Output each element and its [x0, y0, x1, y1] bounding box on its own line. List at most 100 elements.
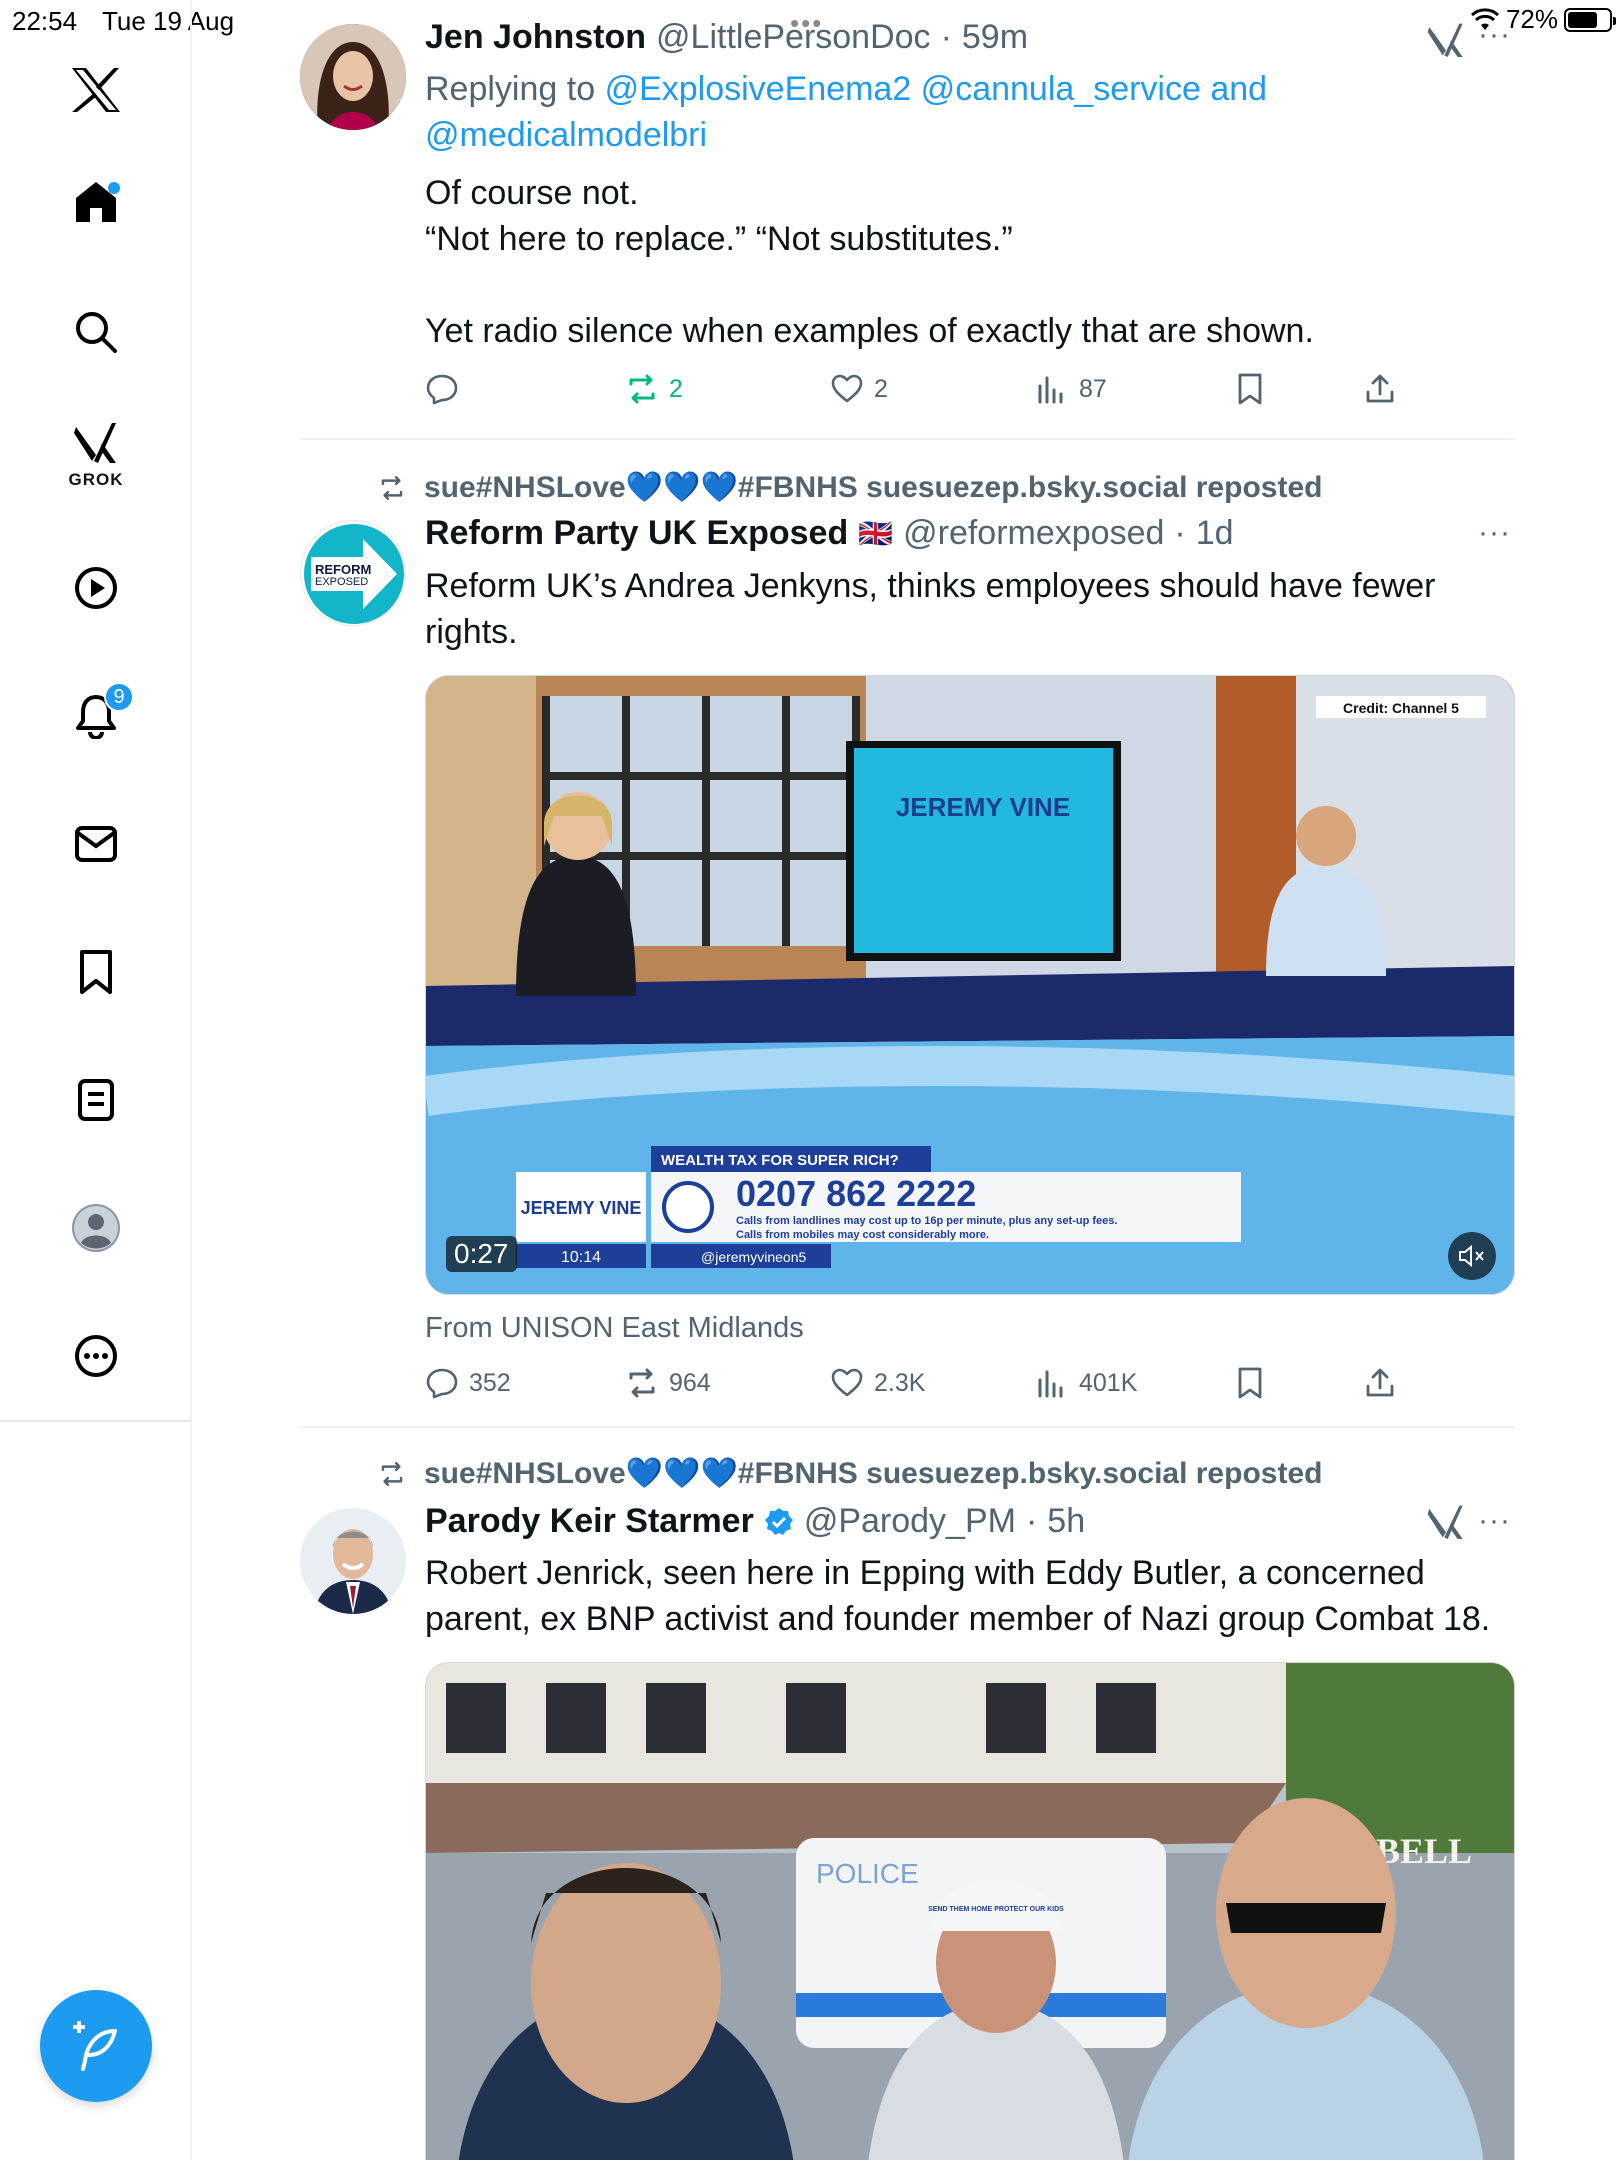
tweet1-more-button[interactable]: ··· [1478, 18, 1511, 52]
tweet1-line: “Not here to replace.” “Not substitutes.… [425, 220, 1013, 258]
police-van-text: POLICE [816, 1858, 919, 1889]
tweet2-share-button[interactable] [1363, 1366, 1397, 1400]
sidebar: GROK 9 [0, 0, 192, 2160]
speaker-muted-icon [1459, 1244, 1484, 1268]
tweet2-author-name[interactable]: Reform Party UK Exposed [425, 514, 848, 553]
avatar-jen-johnston[interactable] [300, 24, 406, 130]
tweet2-like-button[interactable]: 2.3K [830, 1366, 925, 1400]
tweet3-separator: · [1025, 1502, 1038, 1540]
tweet2-repost-context[interactable]: sue#NHSLove💙💙💙#FBNHS suesuezep.bsky.soci… [376, 470, 1322, 505]
nav-notifications[interactable]: 9 [48, 668, 144, 764]
bookmark-icon [1238, 1367, 1262, 1399]
more-circle-icon [75, 1335, 117, 1377]
feed-divider [300, 1426, 1515, 1428]
tweet2-bookmark-button[interactable] [1233, 1366, 1267, 1400]
tweet2-more-button[interactable]: ··· [1478, 516, 1511, 550]
repost-icon [381, 1461, 403, 1486]
tweet1-views-button[interactable]: 87 [1035, 372, 1107, 406]
cap-text: SEND THEM HOME PROTECT OUR KIDS [928, 1906, 1064, 1913]
tweet3-text: Robert Jenrick, seen here in Epping with… [425, 1550, 1515, 1642]
tweet1-header: Jen Johnston @LittlePersonDoc · 59m [425, 18, 1028, 57]
replying-handles[interactable]: @ExplosiveEnema2 @cannula_service [605, 70, 1201, 108]
share-icon [1366, 1368, 1394, 1397]
verified-badge-icon [764, 1507, 793, 1535]
tweet2-video[interactable]: JEREMY VINE Credit: Channel 5 WEALTH TAX… [425, 675, 1515, 1295]
tweet1-author-handle[interactable]: @LittlePersonDoc [656, 18, 931, 57]
bookmark-icon [1238, 373, 1262, 405]
nav-lists[interactable] [48, 1052, 144, 1148]
battery-icon [1564, 7, 1616, 32]
video-duration: 0:27 [446, 1236, 517, 1272]
reply-icon [426, 1368, 458, 1399]
uk-flag-icon: 🇬🇧 [858, 518, 894, 549]
avatar-parody-keir-starmer[interactable] [300, 1508, 406, 1614]
tweet1-bookmark-button[interactable] [1233, 372, 1267, 406]
nav-bookmarks[interactable] [48, 924, 144, 1020]
mute-button[interactable] [1448, 1232, 1496, 1280]
tweet1-author-name[interactable]: Jen Johnston [425, 18, 646, 57]
nav-profile[interactable] [48, 1180, 144, 1276]
compose-feather-icon [73, 2021, 117, 2071]
nav-grok[interactable]: GROK [48, 408, 144, 504]
epping-street-photo: POLICE BELL SEND THEM HOME PROTECT OUR K… [426, 1663, 1514, 2160]
repost-icon [629, 374, 655, 404]
avatar-reform-exposed[interactable]: REFORM EXPOSED [300, 520, 406, 626]
tweet1-actions: 2 2 87 [425, 372, 1425, 412]
tweet2-repost-count: 964 [669, 1368, 711, 1397]
tweet3-time[interactable]: 5h [1047, 1502, 1085, 1541]
replying-prefix: Replying to [425, 70, 596, 108]
tweet2-author-handle[interactable]: @reformexposed [903, 514, 1164, 553]
fine-print: Calls from mobiles may cost considerably… [736, 1229, 989, 1241]
views-chart-icon [1038, 376, 1063, 404]
nav-messages[interactable] [48, 796, 144, 892]
compose-post-button[interactable] [40, 1990, 152, 2102]
tweet2-reply-button[interactable]: 352 [425, 1366, 511, 1400]
tweet3-more-button[interactable]: ··· [1478, 1504, 1511, 1538]
tweet3-photo[interactable]: POLICE BELL SEND THEM HOME PROTECT OUR K… [425, 1662, 1515, 2160]
tweet1-separator: · [940, 18, 952, 56]
nav-more[interactable] [48, 1308, 144, 1404]
nav-explore[interactable] [48, 284, 144, 380]
tweet1-time[interactable]: 59m [962, 18, 1028, 57]
tweet3-header: Parody Keir Starmer @Parody_PM · 5h [425, 1502, 1085, 1541]
tweet3-repost-context[interactable]: sue#NHSLove💙💙💙#FBNHS suesuezep.bsky.soci… [376, 1456, 1322, 1491]
x-logo-icon[interactable] [48, 42, 144, 138]
tweet2-actions: 352 964 2.3K 401K [425, 1366, 1425, 1406]
grok-label: GROK [68, 470, 124, 489]
tweet1-replying-to: Replying to @ExplosiveEnema2 @cannula_se… [425, 66, 1425, 158]
nav-home[interactable] [48, 154, 144, 250]
feed-divider [300, 438, 1515, 440]
reform-avatar-text: REFORM [315, 562, 372, 577]
tweet2-like-count: 2.3K [874, 1368, 926, 1397]
replying-last-handle[interactable]: @medicalmodelbri [425, 116, 707, 154]
tv-studio-frame: JEREMY VINE Credit: Channel 5 WEALTH TAX… [426, 676, 1514, 1294]
tweet1-grok-icon[interactable] [1426, 22, 1466, 62]
reform-avatar-text: EXPOSED [315, 576, 369, 588]
tweet3-line: parent, ex BNP activist and founder memb… [425, 1600, 1491, 1638]
tweet2-repost-button[interactable]: 964 [625, 1366, 711, 1400]
grok-icon [74, 423, 116, 463]
pub-sign-text: BELL [1376, 1831, 1472, 1871]
play-circle-icon [75, 567, 117, 609]
tweet2-source[interactable]: From UNISON East Midlands [425, 1312, 804, 1345]
tweet2-repost-text: sue#NHSLove💙💙💙#FBNHS suesuezep.bsky.soci… [424, 471, 1323, 504]
tweet2-time[interactable]: 1d [1196, 514, 1234, 553]
tweet3-author-name[interactable]: Parody Keir Starmer [425, 1502, 754, 1541]
show-logo-text: JEREMY VINE [521, 1198, 642, 1218]
phone-number: 0207 862 2222 [736, 1173, 976, 1214]
tweet1-text: Of course not. “Not here to replace.” “N… [425, 170, 1505, 354]
tweet1-reply-button[interactable] [425, 372, 469, 406]
nav-videos[interactable] [48, 540, 144, 636]
tweet1-like-button[interactable]: 2 [830, 372, 888, 406]
tweet1-view-count: 87 [1079, 374, 1107, 403]
tweet2-views-button[interactable]: 401K [1035, 1366, 1137, 1400]
tweet2-reply-count: 352 [469, 1368, 511, 1397]
tweet2-header: Reform Party UK Exposed 🇬🇧 @reformexpose… [425, 514, 1234, 553]
home-unread-dot [108, 182, 120, 194]
tweet1-repost-button[interactable]: 2 [625, 372, 683, 406]
tweet1-repost-count: 2 [669, 374, 683, 403]
tweet1-share-button[interactable] [1363, 372, 1397, 406]
tweet3-grok-icon[interactable] [1426, 1504, 1466, 1544]
tweet3-author-handle[interactable]: @Parody_PM [804, 1502, 1016, 1541]
tweet3-repost-text: sue#NHSLove💙💙💙#FBNHS suesuezep.bsky.soci… [424, 1457, 1323, 1490]
